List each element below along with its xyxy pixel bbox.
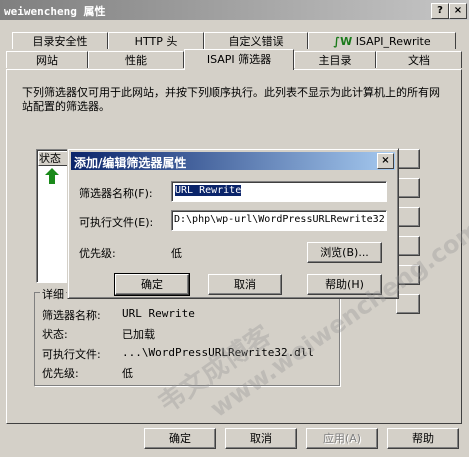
window-title: weiwencheng 属性: [4, 5, 106, 18]
details-name-label: 筛选器名称:: [42, 309, 101, 322]
dialog-priority-value: 低: [171, 247, 182, 260]
dialog-titlebar[interactable]: 添加/编辑筛选器属性 ×: [71, 152, 395, 170]
tab-performance[interactable]: 性能: [88, 51, 184, 68]
dialog-name-value: URL Rewrite: [175, 185, 242, 196]
browse-button[interactable]: 浏览(B)...: [307, 242, 382, 263]
details-exe-label: 可执行文件:: [42, 348, 101, 361]
dialog-exe-field[interactable]: D:\php\wp-url\WordPressURLRewrite32: [171, 210, 387, 231]
edit-filter-dialog[interactable]: 添加/编辑筛选器属性 × 筛选器名称(F): URL Rewrite 可执行文件…: [67, 148, 399, 299]
edit-filter-button[interactable]: [396, 207, 420, 227]
dialog-exe-label: 可执行文件(E):: [79, 216, 154, 229]
dialog-close-button[interactable]: ×: [377, 153, 394, 169]
help-title-button[interactable]: ?: [431, 3, 449, 19]
tab-isapi-rewrite-label: ISAPI_Rewrite: [355, 35, 431, 48]
close-title-button[interactable]: ×: [449, 3, 467, 19]
move-up-button[interactable]: [396, 265, 420, 285]
dialog-title: 添加/编辑筛选器属性: [74, 156, 187, 170]
list-header-status[interactable]: 状态: [38, 151, 70, 166]
details-priority-value: 低: [122, 367, 133, 380]
footer-help-button[interactable]: 帮助: [387, 428, 459, 449]
dialog-ok-button[interactable]: 确定: [114, 273, 190, 296]
tab-isapi-filters[interactable]: ISAPI 筛选器: [184, 49, 294, 70]
disable-filter-button[interactable]: [396, 236, 420, 256]
move-down-button[interactable]: [396, 294, 420, 314]
details-priority-label: 优先级:: [42, 367, 79, 380]
tab-home-directory[interactable]: 主目录: [294, 51, 376, 68]
tab-custom-errors[interactable]: 自定义错误: [204, 32, 308, 49]
details-name-value: URL Rewrite: [122, 307, 195, 320]
window-titlebar[interactable]: weiwencheng 属性 ? ×: [0, 0, 469, 20]
tab-isapi-rewrite[interactable]: ∫W ISAPI_Rewrite: [308, 32, 456, 49]
tab-documents[interactable]: 文档: [376, 51, 462, 68]
footer-apply-button[interactable]: 应用(A): [306, 428, 378, 449]
dialog-exe-value: D:\php\wp-url\WordPressURLRewrite32: [174, 214, 385, 225]
footer-cancel-button[interactable]: 取消: [225, 428, 297, 449]
details-status-value: 已加载: [122, 328, 155, 341]
tab-directory-security[interactable]: 目录安全性: [12, 32, 108, 49]
add-filter-button[interactable]: [396, 149, 420, 169]
details-title: 详细: [40, 286, 66, 302]
tab-http-headers[interactable]: HTTP 头: [108, 32, 204, 49]
panel-description: 下列筛选器仅可用于此网站，并按下列顺序执行。此列表不显示为此计算机上的所有网站配…: [22, 86, 440, 113]
dialog-priority-label: 优先级:: [79, 247, 116, 260]
details-exe-value: ...\WordPressURLRewrite32.dll: [122, 346, 315, 359]
dialog-cancel-button[interactable]: 取消: [208, 274, 282, 295]
dialog-help-button[interactable]: 帮助(H): [307, 274, 382, 295]
footer-ok-button[interactable]: 确定: [144, 428, 216, 449]
remove-filter-button[interactable]: [396, 178, 420, 198]
tab-website[interactable]: 网站: [6, 51, 88, 68]
loaded-arrow-icon: [45, 168, 59, 187]
dialog-name-field[interactable]: URL Rewrite: [171, 181, 387, 202]
isapi-rewrite-icon: ∫W: [333, 35, 353, 48]
details-status-label: 状态:: [42, 328, 68, 341]
dialog-name-label: 筛选器名称(F):: [79, 187, 153, 200]
